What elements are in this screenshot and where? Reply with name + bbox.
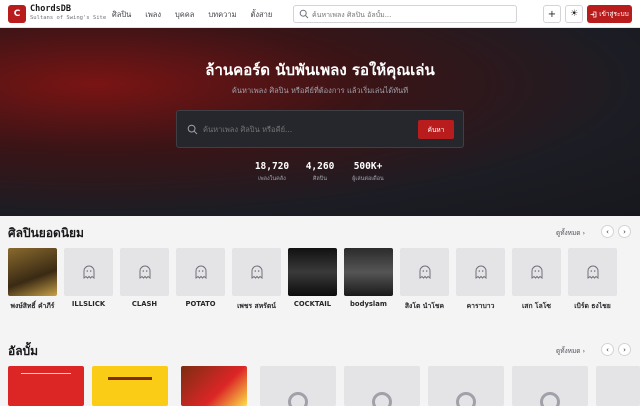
ghost-icon xyxy=(120,248,169,296)
stat-value: 18,720 xyxy=(254,161,290,172)
top-bar: C ChordsDB Sultans of Swing's Site ศิลปิ… xyxy=(0,0,640,28)
album-cover-placeholder[interactable] xyxy=(260,366,336,406)
logo[interactable]: C xyxy=(8,5,26,23)
ghost-icon xyxy=(456,248,505,296)
ghost-icon xyxy=(176,248,225,296)
album-cover-placeholder[interactable] xyxy=(344,366,420,406)
artist-card[interactable]: สิงโต นำโชค xyxy=(400,248,449,311)
ghost-icon xyxy=(232,248,281,296)
ghost-icon xyxy=(568,248,617,296)
disc-icon xyxy=(456,392,476,406)
artist-card[interactable]: คาราบาว xyxy=(456,248,505,311)
albums-see-all[interactable]: ดูทั้งหมด › xyxy=(556,346,585,356)
artist-name: สิงโต นำโชค xyxy=(404,302,445,310)
stats-row: 18,720 เพลงในคลัง 4,260 ศิลปิน 500K+ ผู้… xyxy=(0,161,640,183)
plus-icon: + xyxy=(547,8,557,20)
login-label: เข้าสู่ระบบ xyxy=(599,10,629,18)
album-art-detail xyxy=(108,377,152,380)
add-button[interactable]: + xyxy=(543,5,561,23)
scroll-right-button[interactable]: › xyxy=(618,225,631,238)
artist-name: CLASH xyxy=(131,300,158,308)
artist-name: POTATO xyxy=(185,300,216,308)
main-nav: ศิลปิน เพลง บุคคล บทความ ตั้งสาย xyxy=(112,9,286,21)
brand-tagline: Sultans of Swing's Site xyxy=(30,15,107,21)
stat-value: 500K+ xyxy=(353,161,383,172)
stat-label: ผู้เล่นต่อเดือน xyxy=(352,176,384,182)
nav-articles[interactable]: บทความ xyxy=(208,9,236,21)
artist-name: COCKTAIL xyxy=(293,300,332,308)
artist-card[interactable]: พงษ์สิทธิ์ คำภีร์ xyxy=(8,248,57,311)
stat-songs: 18,720 เพลงในคลัง xyxy=(248,161,296,183)
album-art-detail xyxy=(21,373,71,374)
artist-card[interactable]: CLASH xyxy=(120,248,169,308)
hero-search-button[interactable]: ค้นหา xyxy=(418,120,454,139)
header-search-input[interactable] xyxy=(312,8,512,21)
hero-title: ล้านคอร์ด นับพันเพลง รอให้คุณเล่น xyxy=(205,61,435,79)
search-icon xyxy=(299,9,309,19)
album-cover-placeholder[interactable] xyxy=(428,366,504,406)
nav-tuner[interactable]: ตั้งสาย xyxy=(251,9,273,21)
ghost-icon xyxy=(64,248,113,296)
scroll-left-button[interactable]: ‹ xyxy=(601,343,614,356)
stat-value: 4,260 xyxy=(305,161,335,172)
hero-banner: ล้านคอร์ด นับพันเพลง รอให้คุณเล่น ค้นหาเ… xyxy=(0,28,640,216)
artist-name: ILLSLICK xyxy=(71,300,106,308)
search-icon xyxy=(187,124,198,135)
artist-card[interactable]: เบิร์ด ธงไชย xyxy=(568,248,617,311)
stat-label: เพลงในคลัง xyxy=(258,176,286,182)
artist-name: พงษ์สิทธิ์ คำภีร์ xyxy=(10,302,55,310)
artist-card[interactable]: bodyslam xyxy=(344,248,393,308)
popular-artists-title: ศิลปินยอดนิยม xyxy=(8,226,84,240)
chevron-right-icon: › xyxy=(623,227,626,236)
artist-photo xyxy=(344,248,393,296)
hero-search: ค้นหา xyxy=(176,110,464,148)
logo-letter: C xyxy=(13,9,21,19)
nav-people[interactable]: บุคคล xyxy=(175,9,194,21)
stat-players: 500K+ ผู้เล่นต่อเดือน xyxy=(344,161,392,183)
ghost-icon xyxy=(400,248,449,296)
chevron-left-icon: ‹ xyxy=(606,227,609,236)
login-button[interactable]: เข้าสู่ระบบ xyxy=(587,5,632,23)
artist-card[interactable]: เสก โลโซ xyxy=(512,248,561,311)
chevron-right-icon: › xyxy=(623,345,626,354)
chevron-left-icon: ‹ xyxy=(606,345,609,354)
brand-name[interactable]: ChordsDB xyxy=(30,4,71,14)
artist-photo xyxy=(8,248,57,296)
scroll-left-button[interactable]: ‹ xyxy=(601,225,614,238)
ghost-icon xyxy=(512,248,561,296)
artist-name: เพชร สหรัตน์ xyxy=(237,302,276,310)
artist-photo xyxy=(288,248,337,296)
album-cover-placeholder[interactable] xyxy=(512,366,588,406)
nav-songs[interactable]: เพลง xyxy=(145,9,161,21)
disc-icon xyxy=(372,392,392,406)
artist-card[interactable]: เพชร สหรัตน์ xyxy=(232,248,281,311)
disc-icon xyxy=(540,392,560,406)
sun-icon: ☀ xyxy=(569,9,579,19)
scroll-right-button[interactable]: › xyxy=(618,343,631,356)
artist-name: คาราบาว xyxy=(466,302,495,310)
album-cover-placeholder[interactable] xyxy=(596,366,640,406)
nav-artists[interactable]: ศิลปิน xyxy=(112,9,131,21)
album-cover[interactable] xyxy=(8,366,84,406)
artist-name: เบิร์ด ธงไชย xyxy=(574,302,611,310)
album-cover[interactable] xyxy=(181,366,247,406)
header-search xyxy=(293,5,517,23)
hero-subtitle: ค้นหาเพลง ศิลปิน หรือคีย์ที่ต้องการ แล้ว… xyxy=(231,86,409,95)
artist-card[interactable]: POTATO xyxy=(176,248,225,308)
albums-title: อัลบั้ม xyxy=(8,344,39,358)
theme-toggle-button[interactable]: ☀ xyxy=(565,5,583,23)
hero-search-input[interactable] xyxy=(203,122,383,136)
artist-card[interactable]: ILLSLICK xyxy=(64,248,113,308)
popular-artists-see-all[interactable]: ดูทั้งหมด › xyxy=(556,228,585,238)
artist-name: เสก โลโซ xyxy=(521,302,552,310)
stat-artists: 4,260 ศิลปิน xyxy=(296,161,344,183)
artist-card[interactable]: COCKTAIL xyxy=(288,248,337,308)
disc-icon xyxy=(288,392,308,406)
album-cover[interactable] xyxy=(92,366,168,406)
stat-label: ศิลปิน xyxy=(312,176,328,182)
login-icon xyxy=(590,11,597,17)
artist-name: bodyslam xyxy=(350,300,387,308)
